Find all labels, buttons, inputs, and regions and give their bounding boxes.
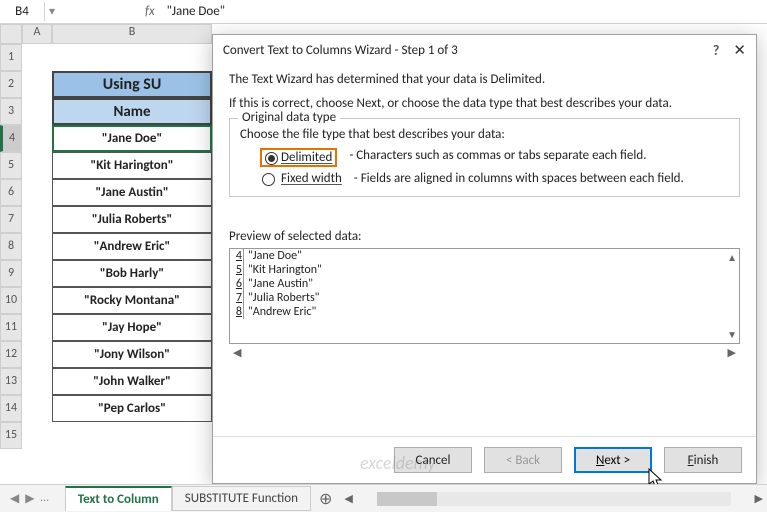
dialog-titlebar[interactable]: Convert Text to Columns Wizard - Step 1 …: [213, 35, 756, 65]
add-sheet-icon[interactable]: ⊕: [311, 489, 340, 509]
table-title: Using SU: [52, 71, 212, 98]
cell-b8[interactable]: "Andrew Eric": [52, 233, 212, 260]
row-header[interactable]: 6: [0, 179, 22, 206]
dialog-title: Convert Text to Columns Wizard - Step 1 …: [223, 43, 458, 58]
preview-hscroll-left-icon[interactable]: ◀: [233, 346, 241, 359]
preview-row-text: "Jane Austin": [244, 277, 313, 291]
cell-b13[interactable]: "John Walker": [52, 368, 212, 395]
fx-label[interactable]: fx: [139, 4, 161, 19]
column-header-a[interactable]: A: [22, 24, 52, 44]
preview-row-num: 6: [230, 277, 244, 291]
table-header-name: Name: [52, 98, 212, 125]
column-header-b[interactable]: B: [52, 24, 212, 44]
close-icon[interactable]: ✕: [733, 41, 746, 60]
row-headers: 1 2 3 4 5 6 7 8 9 10 11 12 13 14 15: [0, 44, 22, 454]
row-header[interactable]: 10: [0, 287, 22, 314]
preview-scroll-down-icon[interactable]: ▼: [727, 328, 737, 341]
hscroll-right-icon[interactable]: ▶: [751, 492, 767, 505]
cell-b5[interactable]: "Kit Harington": [52, 152, 212, 179]
preview-row-text: "Jane Doe": [244, 249, 302, 263]
cell-b7[interactable]: "Julia Roberts": [52, 206, 212, 233]
preview-row-text: "Julia Roberts": [244, 291, 320, 305]
cell-b14[interactable]: "Pep Carlos": [52, 395, 212, 422]
row-header[interactable]: 13: [0, 368, 22, 395]
select-all-corner[interactable]: [0, 24, 22, 44]
name-box[interactable]: B4: [0, 2, 45, 21]
cell-b10[interactable]: "Rocky Montana": [52, 287, 212, 314]
preview-row-num: 8: [230, 305, 244, 319]
row-header[interactable]: 15: [0, 422, 22, 449]
radio-fixed-width[interactable]: [262, 173, 275, 186]
preview-row-num: 4: [230, 249, 244, 263]
row-header-active[interactable]: 4: [0, 125, 22, 152]
hscroll-thumb[interactable]: [377, 492, 437, 506]
cell-b11[interactable]: "Jay Hope": [52, 314, 212, 341]
tab-nav-more-icon[interactable]: …: [40, 491, 48, 506]
preview-label: Preview of selected data:: [229, 229, 740, 244]
formula-input[interactable]: "Jane Doe": [161, 4, 767, 19]
preview-row-text: "Andrew Eric": [244, 305, 316, 319]
tab-nav-prev-icon[interactable]: ◀: [10, 491, 19, 506]
horizontal-scrollbar[interactable]: [377, 492, 731, 506]
hscroll-left-icon[interactable]: ◀: [340, 492, 356, 505]
preview-scroll-up-icon[interactable]: ▲: [727, 251, 737, 264]
sheet-tab-bar: ◀ ▶ … Text to Column SUBSTITUTE Function…: [0, 484, 767, 512]
back-button: < Back: [484, 447, 562, 473]
preview-hscroll-right-icon[interactable]: ▶: [728, 346, 736, 359]
choose-file-type-text: Choose the file type that best describes…: [240, 127, 729, 142]
name-box-dropdown-icon[interactable]: ▾: [45, 4, 59, 19]
radio-fixed-width-label[interactable]: Fixed width: [281, 171, 342, 186]
delimited-highlight: Delimited: [260, 148, 337, 167]
dialog-button-row: Cancel < Back Next > Finish: [213, 436, 756, 483]
sheet-tab-active[interactable]: Text to Column: [65, 486, 172, 511]
preview-row-num: 7: [230, 291, 244, 305]
row-header[interactable]: 14: [0, 395, 22, 422]
row-header[interactable]: 2: [0, 71, 22, 98]
row-header[interactable]: 9: [0, 260, 22, 287]
radio-delimited-desc: - Characters such as commas or tabs sepa…: [349, 148, 646, 163]
preview-row-text: "Kit Harington": [244, 263, 322, 277]
next-button[interactable]: Next >: [574, 447, 652, 473]
formula-bar: B4 ▾ fx "Jane Doe": [0, 0, 767, 24]
preview-box: 4"Jane Doe" 5"Kit Harington" 6"Jane Aust…: [229, 248, 740, 344]
cell-b4[interactable]: "Jane Doe": [52, 125, 212, 152]
cell-b12[interactable]: "Jony Wilson": [52, 341, 212, 368]
cell-b6[interactable]: "Jane Austin": [52, 179, 212, 206]
row-header[interactable]: 7: [0, 206, 22, 233]
radio-fixed-width-desc: - Fields are aligned in columns with spa…: [354, 171, 684, 186]
finish-button[interactable]: Finish: [664, 447, 742, 473]
row-header[interactable]: 11: [0, 314, 22, 341]
cancel-button[interactable]: Cancel: [394, 447, 472, 473]
cell-b9[interactable]: "Bob Harly": [52, 260, 212, 287]
row-header[interactable]: 5: [0, 152, 22, 179]
radio-delimited-label[interactable]: Delimited: [281, 150, 332, 165]
sheet-tab-other[interactable]: SUBSTITUTE Function: [172, 486, 311, 511]
dialog-intro-1: The Text Wizard has determined that your…: [229, 71, 740, 89]
preview-row-num: 5: [230, 263, 244, 277]
row-header[interactable]: 1: [0, 44, 22, 71]
original-data-type-fieldset: Original data type Choose the file type …: [229, 118, 740, 197]
tab-nav-next-icon[interactable]: ▶: [25, 491, 34, 506]
row-header[interactable]: 12: [0, 341, 22, 368]
row-header[interactable]: 3: [0, 98, 22, 125]
text-to-columns-dialog: Convert Text to Columns Wizard - Step 1 …: [212, 34, 757, 484]
row-header[interactable]: 8: [0, 233, 22, 260]
radio-delimited[interactable]: [265, 152, 278, 165]
help-icon[interactable]: ?: [713, 42, 720, 59]
fieldset-legend: Original data type: [238, 110, 340, 125]
